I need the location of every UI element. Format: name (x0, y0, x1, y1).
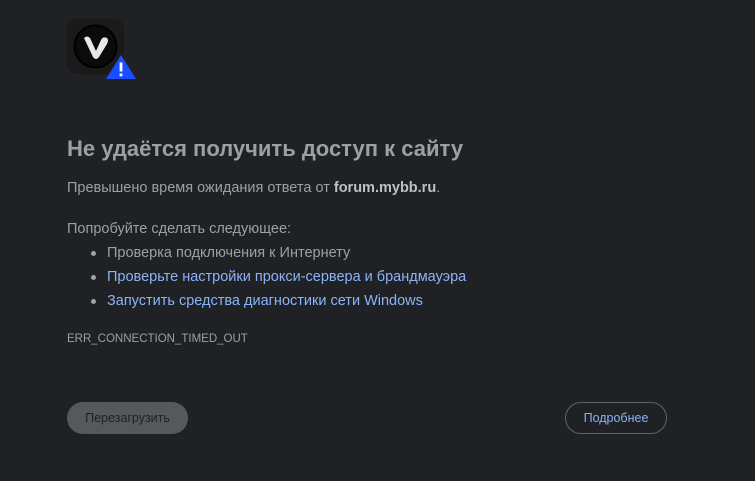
bullet-icon (91, 275, 96, 280)
bullet-icon (91, 299, 96, 304)
error-description-prefix: Превышено время ожидания ответа от (67, 180, 334, 196)
suggestion-check-connection: Проверка подключения к Интернету (67, 244, 466, 268)
error-description-suffix: . (436, 180, 441, 196)
details-button[interactable]: Подробнее (565, 402, 667, 434)
error-host: forum.mybb.ru (333, 180, 437, 196)
suggestion-check-proxy-firewall[interactable]: Проверьте настройки прокси-сервера и бра… (67, 268, 466, 292)
error-code: ERR_CONNECTION_TIMED_OUT (67, 333, 248, 345)
suggestions-list: Проверка подключения к Интернету Проверь… (67, 244, 466, 316)
suggestion-label: Проверка подключения к Интернету (107, 245, 351, 261)
error-title: Не удаётся получить доступ к сайту (67, 136, 464, 161)
suggestions-heading: Попробуйте сделать следующее: (67, 221, 292, 237)
error-page: Не удаётся получить доступ к сайту Превы… (0, 0, 755, 481)
warning-triangle-icon (105, 54, 137, 85)
reload-button[interactable]: Перезагрузить (67, 402, 188, 434)
bullet-icon (91, 251, 96, 256)
error-description: Превышено время ожидания ответа от forum… (67, 180, 440, 196)
offline-icon-group (67, 19, 139, 81)
suggestion-run-diagnostics[interactable]: Запустить средства диагностики сети Wind… (67, 292, 466, 316)
network-diagnostics-link[interactable]: Запустить средства диагностики сети Wind… (107, 293, 423, 309)
proxy-firewall-link[interactable]: Проверьте настройки прокси-сервера и бра… (107, 269, 466, 285)
